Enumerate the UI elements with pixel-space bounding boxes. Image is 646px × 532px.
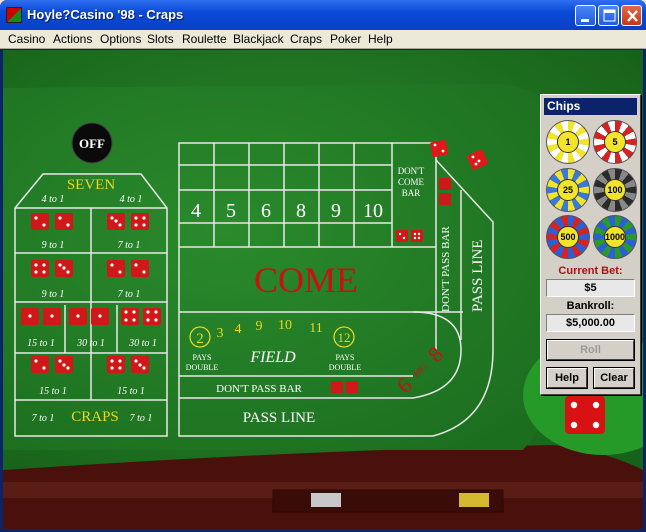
- svg-text:BAR: BAR: [402, 188, 421, 198]
- place-8[interactable]: 8: [296, 200, 306, 222]
- bankroll-label: Bankroll:: [566, 300, 615, 312]
- prop-odds-5: 9 to 1: [42, 289, 65, 300]
- dont-pass-bar[interactable]: DON'T PASS BAR: [216, 381, 358, 395]
- svg-text:FIELD: FIELD: [249, 349, 296, 366]
- svg-text:3: 3: [217, 326, 224, 341]
- maximize-button[interactable]: [598, 5, 619, 26]
- roll-button[interactable]: Roll: [546, 339, 635, 361]
- seven-label: SEVEN: [67, 177, 116, 193]
- prop-odds-8: 30 to 1: [76, 338, 105, 349]
- prop-odds-6: 7 to 1: [118, 289, 141, 300]
- svg-text:DOUBLE: DOUBLE: [186, 363, 219, 372]
- svg-text:9: 9: [256, 319, 263, 334]
- chip-100[interactable]: 100: [593, 168, 637, 212]
- svg-text:2: 2: [196, 331, 204, 347]
- svg-text:PAYS: PAYS: [336, 353, 355, 362]
- svg-text:DON'T PASS BAR: DON'T PASS BAR: [216, 383, 302, 395]
- chip-1-face: 1: [557, 131, 579, 153]
- prop-odds-10: 15 to 1: [39, 386, 67, 397]
- pass-line[interactable]: PASS LINE: [243, 410, 315, 426]
- prop-odds-9: 30 to 1: [128, 338, 157, 349]
- menu-options[interactable]: Options: [100, 32, 141, 46]
- svg-text:12: 12: [338, 330, 351, 345]
- menu-roulette[interactable]: Roulette: [182, 32, 227, 46]
- help-button[interactable]: Help: [546, 367, 588, 389]
- chip-5-face: 5: [604, 131, 626, 153]
- prop-odds-2: 4 to 1: [120, 194, 143, 205]
- maximize-icon: [603, 9, 616, 22]
- title-bar[interactable]: Hoyle?Casino '98 - Craps: [0, 0, 646, 30]
- place-5[interactable]: 5: [226, 200, 236, 222]
- come-bet[interactable]: COME: [254, 260, 358, 300]
- bankroll-value: $5,000.00: [546, 314, 635, 332]
- place-10[interactable]: 10: [363, 200, 383, 222]
- chip-1000[interactable]: 1000: [593, 215, 637, 259]
- menu-slots[interactable]: Slots: [147, 32, 174, 46]
- chip-1[interactable]: 1: [546, 120, 590, 164]
- svg-text:11: 11: [309, 321, 322, 336]
- svg-text:COME: COME: [398, 177, 425, 187]
- dont-pass-bar-vertical[interactable]: DON'T PASS BAR: [440, 226, 452, 312]
- chip-1000-face: 1000: [604, 226, 626, 248]
- rack-chips-red: [311, 493, 341, 507]
- close-icon: [627, 10, 638, 22]
- menu-poker[interactable]: Poker: [330, 32, 361, 46]
- minimize-icon: [581, 19, 589, 22]
- svg-text:4: 4: [235, 322, 242, 337]
- chips-panel-title: Chips: [544, 98, 637, 115]
- prop-odds-1: 4 to 1: [42, 194, 65, 205]
- svg-text:DON'T: DON'T: [398, 166, 425, 176]
- menu-blackjack[interactable]: Blackjack: [233, 32, 284, 46]
- svg-text:10: 10: [278, 318, 292, 333]
- off-puck[interactable]: OFF: [71, 122, 113, 164]
- craps-label: CRAPS: [71, 409, 119, 425]
- prop-odds-11: 15 to 1: [117, 386, 145, 397]
- clear-button[interactable]: Clear: [593, 367, 635, 389]
- chip-500-face: 500: [557, 226, 579, 248]
- chip-5[interactable]: 5: [593, 120, 637, 164]
- craps-table-view: SEVEN 4 to 1 4 to 1 9 to 1 7 to 1 9 to 1…: [3, 50, 643, 529]
- chip-25-face: 25: [557, 179, 579, 201]
- prop-odds-12: 7 to 1: [32, 413, 55, 424]
- svg-text:DOUBLE: DOUBLE: [329, 363, 362, 372]
- minimize-button[interactable]: [575, 5, 596, 26]
- prop-odds-13: 7 to 1: [130, 413, 153, 424]
- svg-text:PAYS: PAYS: [193, 353, 212, 362]
- menu-actions[interactable]: Actions: [53, 32, 92, 46]
- chip-100-face: 100: [604, 179, 626, 201]
- prop-odds-4: 7 to 1: [118, 240, 141, 251]
- current-bet-label: Current Bet:: [558, 265, 623, 277]
- menu-help[interactable]: Help: [368, 32, 393, 46]
- menu-bar: Casino Actions Options Slots Roulette Bl…: [0, 30, 646, 49]
- pass-line-vertical[interactable]: PASS LINE: [470, 240, 486, 312]
- rack-chips-gold: [459, 493, 489, 507]
- window-title: Hoyle?Casino '98 - Craps: [27, 7, 184, 22]
- chip-500[interactable]: 500: [546, 215, 590, 259]
- current-bet-value: $5: [546, 279, 635, 297]
- menu-casino[interactable]: Casino: [8, 32, 45, 46]
- chips-panel: Chips 1 5 25 100 500 1000 Current Bet: $…: [540, 94, 641, 395]
- place-9[interactable]: 9: [331, 200, 341, 222]
- chip-25[interactable]: 25: [546, 168, 590, 212]
- place-4[interactable]: 4: [191, 200, 201, 222]
- prop-odds-3: 9 to 1: [42, 240, 65, 251]
- prop-odds-7: 15 to 1: [27, 338, 55, 349]
- app-icon: [6, 7, 22, 23]
- svg-text:OFF: OFF: [79, 136, 105, 151]
- menu-craps[interactable]: Craps: [290, 32, 322, 46]
- app-window: Hoyle?Casino '98 - Craps Casino Actions …: [0, 0, 646, 532]
- place-6[interactable]: 6: [261, 200, 271, 222]
- close-button[interactable]: [621, 5, 642, 26]
